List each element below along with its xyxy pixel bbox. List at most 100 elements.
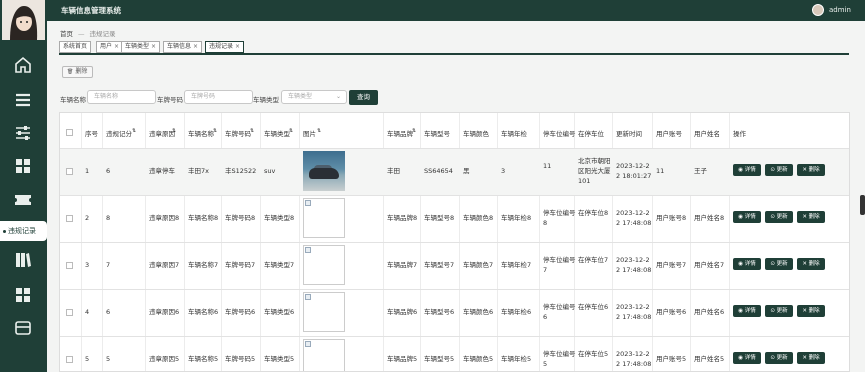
user-avatar[interactable] bbox=[812, 4, 824, 16]
filter-plate-input[interactable]: 车牌号码 bbox=[184, 90, 253, 104]
tab-users[interactable]: 用户 × bbox=[96, 41, 124, 53]
tab-label: 系统首页 bbox=[63, 43, 88, 50]
delete-button[interactable]: ✕ 删除 bbox=[797, 352, 825, 364]
tab-violation-records[interactable]: 违规记录 × bbox=[205, 41, 245, 53]
broken-image-icon[interactable] bbox=[303, 292, 345, 332]
column-header[interactable]: 车辆品牌 bbox=[387, 128, 413, 138]
sort-icon[interactable]: ⇅ bbox=[132, 128, 136, 134]
table-row[interactable] bbox=[60, 148, 849, 195]
update-button[interactable]: ⊙ 更新 bbox=[765, 164, 793, 176]
cell-inspect: 车辆年检6 bbox=[501, 308, 532, 316]
scrollbar-handle[interactable] bbox=[860, 195, 865, 215]
broken-image-icon[interactable] bbox=[303, 339, 345, 371]
cell-color: 车辆颜色7 bbox=[463, 261, 494, 269]
tab-vehicle-types[interactable]: 车辆类型 × bbox=[121, 41, 161, 53]
column-header[interactable]: 停车位编号 bbox=[543, 128, 576, 138]
batch-delete-button[interactable]: 🗑 删除 bbox=[62, 66, 93, 78]
cell-plate: 丰S12522 bbox=[225, 167, 257, 175]
update-button[interactable]: ⊙ 更新 bbox=[765, 352, 793, 364]
column-header[interactable]: 车牌号码 bbox=[225, 128, 251, 138]
cell-name: 车辆名称7 bbox=[188, 261, 219, 269]
sort-icon[interactable]: ⇅ bbox=[213, 128, 217, 134]
column-header[interactable]: 用户账号 bbox=[656, 128, 682, 138]
grid-icon[interactable] bbox=[13, 156, 33, 176]
update-button[interactable]: ⊙ 更新 bbox=[765, 305, 793, 317]
details-button[interactable]: ◉ 详情 bbox=[733, 164, 761, 176]
column-header[interactable]: 违规记分 bbox=[106, 128, 132, 138]
card-icon[interactable] bbox=[13, 318, 33, 338]
action-label: 删除 bbox=[808, 214, 820, 220]
row-checkbox[interactable] bbox=[66, 168, 73, 175]
column-header[interactable]: 操作 bbox=[733, 128, 746, 138]
details-button[interactable]: ◉ 详情 bbox=[733, 305, 761, 317]
column-header[interactable]: 用户姓名 bbox=[694, 128, 720, 138]
sliders-icon[interactable] bbox=[13, 123, 33, 143]
details-button[interactable]: ◉ 详情 bbox=[733, 211, 761, 223]
column-header[interactable]: 车辆类型 bbox=[264, 128, 290, 138]
cell-idx: 1 bbox=[85, 167, 90, 175]
column-header[interactable]: 更新时间 bbox=[616, 128, 642, 138]
sidebar-item-violation-records[interactable]: 违规记录 bbox=[0, 221, 47, 241]
ticket-icon[interactable] bbox=[13, 190, 33, 210]
sort-icon[interactable]: ⇅ bbox=[250, 128, 254, 134]
cell-reason: 违章停车 bbox=[149, 167, 175, 175]
tab-system-home[interactable]: 系统首页 bbox=[59, 41, 92, 53]
cell-account: 用户账号7 bbox=[656, 261, 687, 269]
column-header[interactable]: 在停车位 bbox=[578, 128, 604, 138]
cell-name: 车辆名称8 bbox=[188, 214, 219, 222]
tab-label: 违规记录 bbox=[209, 43, 234, 50]
apps-icon[interactable] bbox=[13, 285, 33, 305]
user-name[interactable]: admin bbox=[829, 6, 851, 14]
row-checkbox[interactable] bbox=[66, 309, 73, 316]
filter-name-input[interactable]: 车辆名称 bbox=[87, 90, 156, 104]
sort-icon[interactable]: ⇅ bbox=[289, 128, 293, 134]
column-header[interactable]: 车辆型号 bbox=[424, 128, 450, 138]
filter-type-label: 车辆类型 bbox=[253, 96, 279, 104]
row-checkbox[interactable] bbox=[66, 356, 73, 363]
broken-image-icon[interactable] bbox=[303, 198, 345, 238]
column-header[interactable]: 车辆年检 bbox=[501, 128, 527, 138]
column-header[interactable]: 序号 bbox=[85, 128, 98, 138]
action-label: 详情 bbox=[744, 308, 756, 314]
close-icon[interactable]: × bbox=[193, 43, 198, 50]
action-label: 更新 bbox=[776, 167, 788, 173]
update-button[interactable]: ⊙ 更新 bbox=[765, 258, 793, 270]
update-button[interactable]: ⊙ 更新 bbox=[765, 211, 793, 223]
row-checkbox[interactable] bbox=[66, 215, 73, 222]
breadcrumb-current: 违规记录 bbox=[89, 30, 116, 38]
chevron-down-icon: ⌄ bbox=[335, 93, 341, 100]
column-header[interactable]: 车辆名称 bbox=[188, 128, 214, 138]
broken-image-icon[interactable] bbox=[303, 245, 345, 285]
details-button[interactable]: ◉ 详情 bbox=[733, 352, 761, 364]
delete-button[interactable]: ✕ 删除 bbox=[797, 164, 825, 176]
cell-username: 用户姓名7 bbox=[694, 261, 725, 269]
sort-icon[interactable]: ⇅ bbox=[172, 128, 176, 134]
vehicle-photo[interactable] bbox=[303, 151, 345, 191]
delete-button[interactable]: ✕ 删除 bbox=[797, 305, 825, 317]
cell-plate: 车牌号码5 bbox=[225, 355, 256, 363]
tab-underline bbox=[59, 53, 849, 55]
list-icon[interactable] bbox=[13, 90, 33, 110]
search-button[interactable]: 查询 bbox=[349, 90, 378, 105]
row-checkbox[interactable] bbox=[66, 262, 73, 269]
sort-icon[interactable]: ⇅ bbox=[317, 128, 321, 134]
cell-plate: 车牌号码7 bbox=[225, 261, 256, 269]
home-icon[interactable] bbox=[13, 55, 33, 75]
active-dot-icon bbox=[3, 229, 6, 233]
filter-type-select[interactable]: 车辆类型 ⌄ bbox=[281, 90, 347, 104]
book-icon[interactable] bbox=[13, 250, 33, 270]
tab-vehicle-info[interactable]: 车辆信息 × bbox=[163, 41, 203, 53]
select-all-checkbox[interactable] bbox=[66, 129, 73, 136]
delete-button[interactable]: ✕ 删除 bbox=[797, 211, 825, 223]
sidebar-item-label: 违规记录 bbox=[8, 227, 36, 235]
app-title: 车辆信息管理系统 bbox=[61, 6, 121, 15]
close-icon[interactable]: × bbox=[235, 43, 240, 50]
delete-button[interactable]: ✕ 删除 bbox=[797, 258, 825, 270]
column-header[interactable]: 图片 bbox=[303, 128, 316, 138]
breadcrumb-home[interactable]: 首页 bbox=[60, 30, 73, 38]
close-icon[interactable]: × bbox=[151, 43, 156, 50]
close-icon[interactable]: × bbox=[114, 43, 119, 50]
details-button[interactable]: ◉ 详情 bbox=[733, 258, 761, 270]
column-header[interactable]: 车辆颜色 bbox=[463, 128, 489, 138]
sort-icon[interactable]: ⇅ bbox=[412, 128, 416, 134]
